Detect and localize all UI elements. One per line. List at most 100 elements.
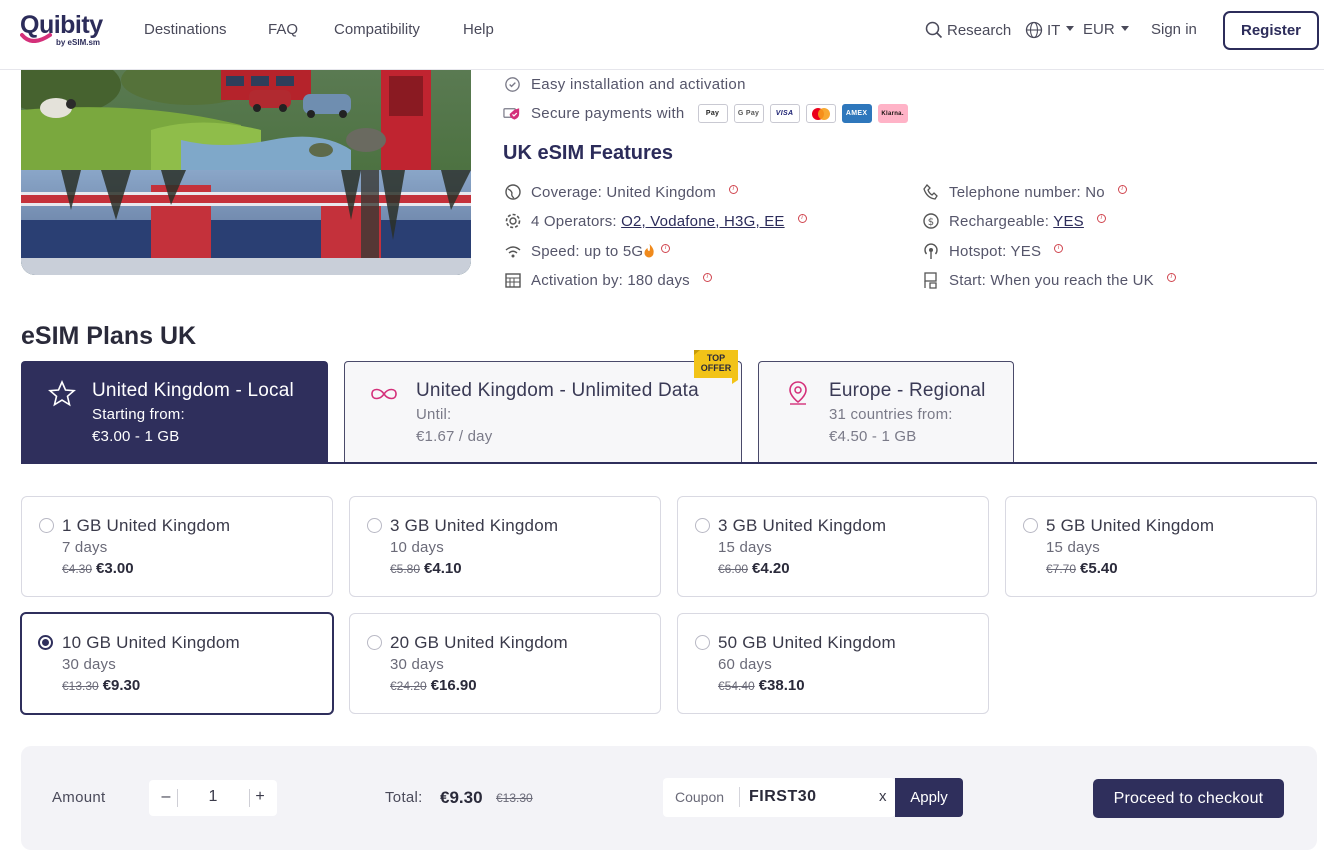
coupon-field[interactable]: Coupon FIRST30 x (663, 778, 895, 817)
plan-name: 3 GB United Kingdom (390, 516, 559, 535)
plan-new-price: €38.10 (758, 677, 805, 694)
plan-name: 50 GB United Kingdom (718, 633, 896, 652)
tab-uk-local[interactable]: United Kingdom - Local Starting from: €3… (21, 361, 328, 463)
info-icon[interactable]: i (1166, 272, 1176, 282)
search-link[interactable]: Research (925, 21, 1011, 39)
total-label: Total: (385, 789, 423, 806)
plan-radio[interactable] (1023, 518, 1038, 533)
info-icon[interactable]: i (702, 272, 712, 282)
plan-card[interactable]: 5 GB United Kingdom 15 days €7.70 €5.40 (1005, 496, 1317, 597)
feature-start: Start: When you reach the UK i (922, 271, 1176, 289)
info-icon[interactable]: i (1117, 184, 1127, 194)
search-label: Research (947, 21, 1012, 39)
plan-price: €6.00 €4.20 (718, 560, 790, 577)
globe-icon (505, 184, 521, 200)
nav-faq[interactable]: FAQ (268, 21, 298, 38)
operators-link[interactable]: O2, Vodafone, H3G, EE (621, 213, 784, 230)
tab-uk-unlimited[interactable]: United Kingdom - Unlimited Data Until: €… (344, 361, 742, 463)
nav-help[interactable]: Help (463, 21, 494, 38)
rechargeable-link[interactable]: YES (1053, 213, 1084, 230)
chevron-down-icon (1120, 25, 1129, 31)
plans-title: eSIM Plans UK (21, 322, 197, 350)
phone-icon (923, 184, 938, 200)
plan-duration: 10 days (390, 539, 444, 556)
plan-price: €54.40 €38.10 (718, 677, 805, 694)
language-value: IT (1047, 21, 1061, 39)
feature-speed: Speed: up to 5G i (504, 242, 671, 260)
telephone-text: Telephone number: No (949, 183, 1105, 201)
plan-name: 1 GB United Kingdom (62, 516, 231, 535)
plan-card[interactable]: 1 GB United Kingdom 7 days €4.30 €3.00 (21, 496, 333, 597)
calendar-icon (505, 273, 521, 288)
language-selector[interactable]: IT (1025, 21, 1075, 39)
chevron-down-icon (1066, 26, 1075, 31)
logo-wordmark: Quibity (20, 11, 103, 39)
plan-radio[interactable] (38, 635, 53, 650)
apply-coupon-button[interactable]: Apply (895, 778, 963, 817)
visa-badge: VISA (769, 104, 800, 123)
plan-new-price: €9.30 (102, 677, 141, 694)
coupon-input[interactable]: FIRST30 (749, 788, 817, 806)
clear-coupon-button[interactable]: x (879, 788, 887, 805)
register-button[interactable]: Register (1223, 11, 1319, 50)
plan-card-selected[interactable]: 10 GB United Kingdom 30 days €13.30 €9.30 (20, 612, 334, 715)
proceed-to-checkout-button[interactable]: Proceed to checkout (1093, 779, 1284, 818)
infinity-icon (371, 388, 397, 400)
tab-divider (21, 462, 1317, 464)
start-text: Start: When you reach the UK (949, 271, 1154, 289)
plan-name: 3 GB United Kingdom (718, 516, 887, 535)
increase-button[interactable]: + (251, 788, 269, 806)
feature-rechargeable: $ Rechargeable: YES i (922, 212, 1106, 230)
plan-radio[interactable] (695, 518, 710, 533)
plan-radio[interactable] (695, 635, 710, 650)
coupon-label: Coupon (675, 789, 725, 805)
currency-value: EUR (1083, 21, 1115, 38)
gear-icon (505, 213, 521, 229)
plan-duration: 7 days (62, 539, 108, 556)
tab-title: Europe - Regional (829, 380, 986, 401)
plan-card[interactable]: 3 GB United Kingdom 15 days €6.00 €4.20 (677, 496, 989, 597)
plan-radio[interactable] (367, 518, 382, 533)
google-pay-badge: G Pay (733, 104, 764, 123)
plan-new-price: €3.00 (96, 560, 134, 577)
plan-name: 5 GB United Kingdom (1046, 516, 1215, 535)
info-icon[interactable]: i (797, 213, 807, 223)
plan-old-price: €13.30 (62, 679, 99, 693)
tab-europe-regional[interactable]: Europe - Regional 31 countries from: €4.… (758, 361, 1014, 463)
fire-icon (644, 244, 654, 258)
plan-new-price: €4.20 (752, 560, 790, 577)
decrease-button[interactable]: – (157, 788, 175, 806)
mastercard-icon (811, 107, 830, 120)
globe-icon (1025, 21, 1043, 39)
plan-old-price: €24.20 (390, 679, 427, 693)
info-icon[interactable]: i (1054, 243, 1064, 253)
plan-card[interactable]: 20 GB United Kingdom 30 days €24.20 €16.9… (349, 613, 661, 714)
sign-in-link[interactable]: Sign in (1151, 21, 1197, 38)
plan-card[interactable]: 50 GB United Kingdom 60 days €54.40 €38.1… (677, 613, 989, 714)
info-icon[interactable]: i (661, 243, 671, 253)
info-icon[interactable]: i (1096, 213, 1106, 223)
amex-badge: AMEX (841, 104, 872, 123)
tab-price: €4.50 - 1 GB (829, 428, 917, 445)
plan-radio[interactable] (39, 518, 54, 533)
plan-price: €5.80 €4.10 (390, 560, 462, 577)
amount-label: Amount (52, 789, 106, 806)
tab-subtitle: Starting from: (92, 406, 185, 423)
plan-radio[interactable] (367, 635, 382, 650)
tab-price: €1.67 / day (416, 428, 493, 445)
quibity-logo[interactable]: Quibity by eSIM.sm (20, 11, 112, 51)
plan-price: €7.70 €5.40 (1046, 560, 1118, 577)
hotspot-text: Hotspot: YES (949, 242, 1042, 260)
plan-old-price: €6.00 (718, 562, 749, 576)
stepper-divider (249, 789, 250, 807)
nav-compatibility[interactable]: Compatibility (334, 21, 420, 38)
operators-label: 4 Operators: (531, 212, 622, 230)
secure-payment-icon (503, 108, 520, 120)
checkout-bar: Amount – 1 + Total: €9.30 €13.30 Coupon … (21, 746, 1317, 850)
quantity-input[interactable]: 1 (205, 788, 221, 806)
plan-card[interactable]: 3 GB United Kingdom 10 days €5.80 €4.10 (349, 496, 661, 597)
plan-price: €13.30 €9.30 (62, 677, 140, 694)
currency-selector[interactable]: EUR (1083, 21, 1129, 38)
info-icon[interactable]: i (728, 184, 738, 194)
nav-destinations[interactable]: Destinations (144, 21, 227, 38)
